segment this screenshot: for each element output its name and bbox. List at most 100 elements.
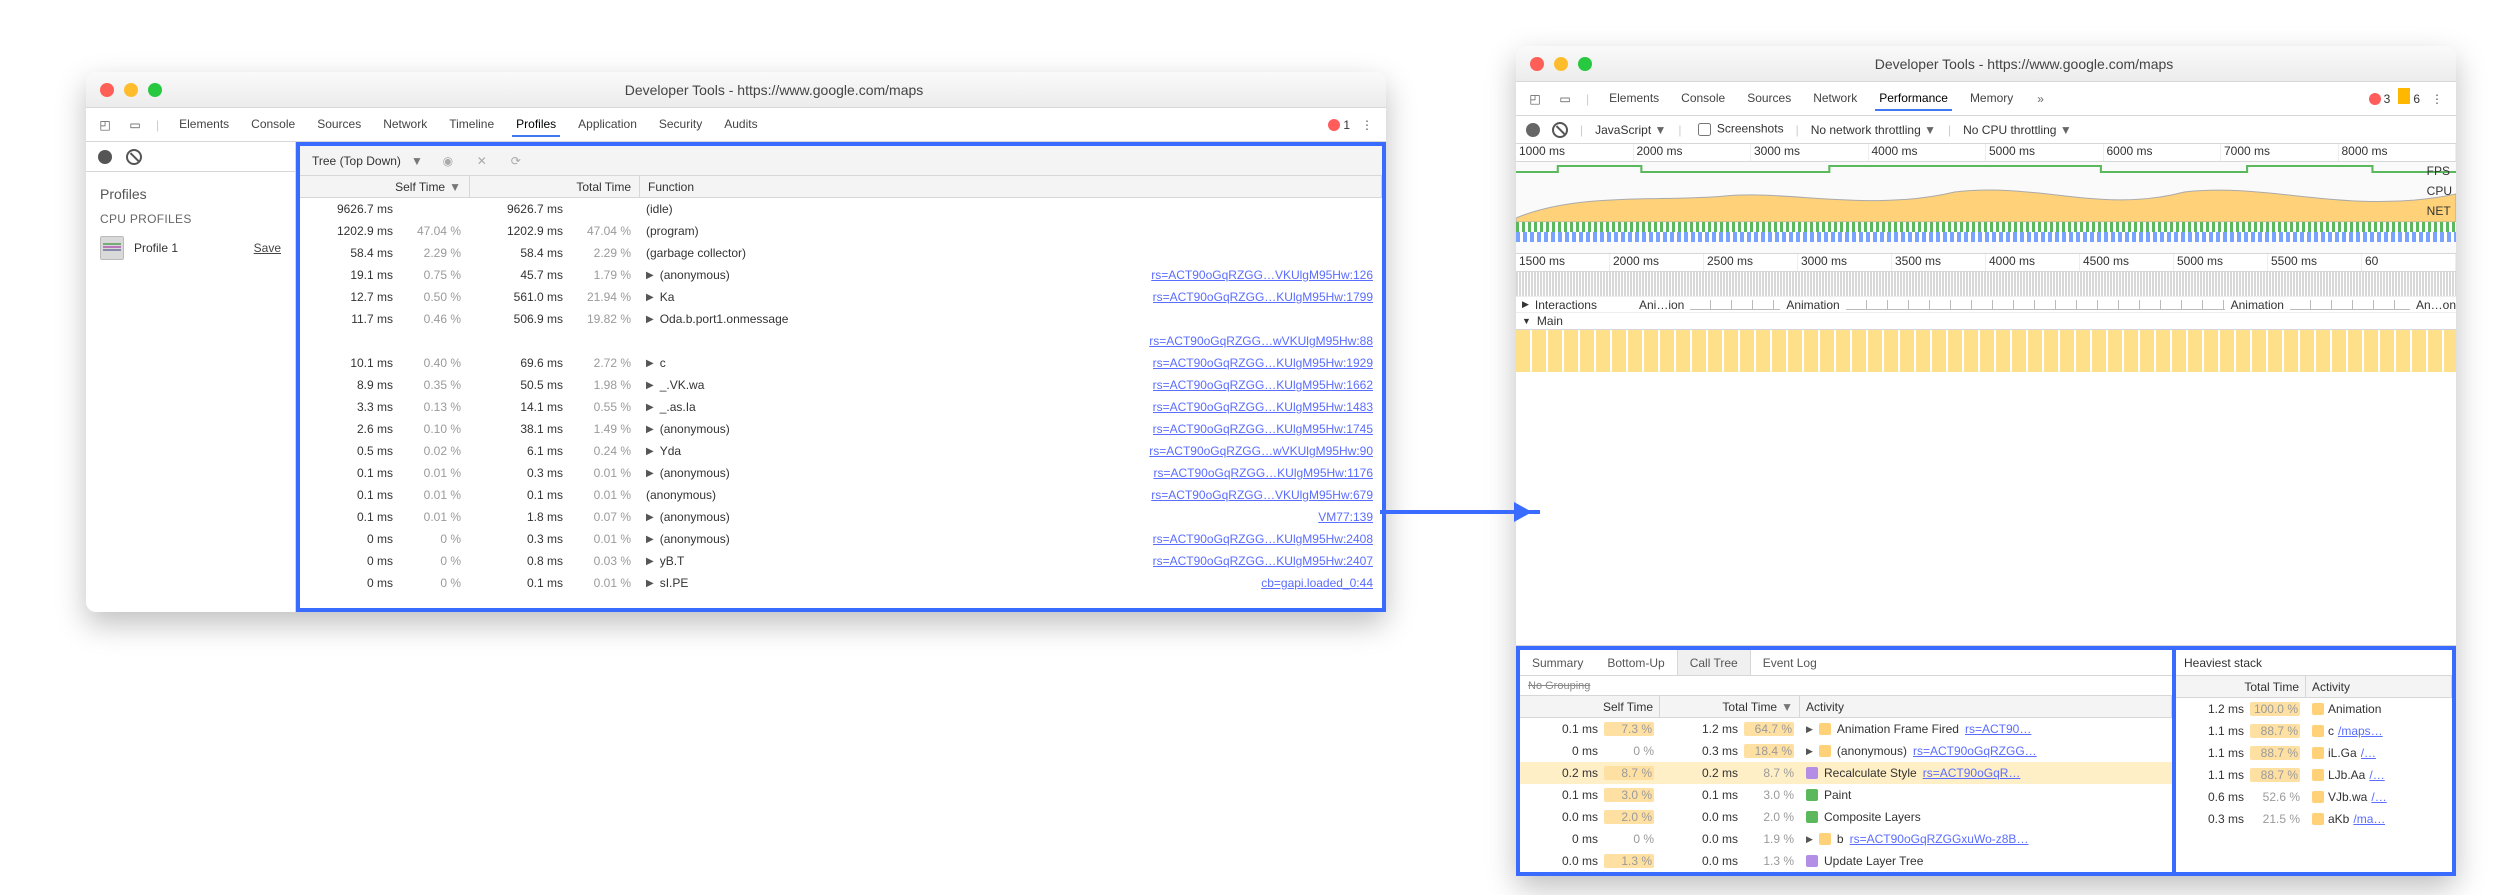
warning-badge[interactable]: 6 <box>2398 92 2420 106</box>
profile-item[interactable]: Profile 1 Save <box>86 230 295 266</box>
traffic-lights[interactable] <box>1530 57 1592 71</box>
cpu-select[interactable]: No CPU throttling ▼ <box>1963 123 2072 137</box>
tab-audits[interactable]: Audits <box>720 113 761 137</box>
tab-sources[interactable]: Sources <box>313 113 365 137</box>
tab-network[interactable]: Network <box>379 113 431 137</box>
minimize-icon[interactable] <box>124 83 138 97</box>
zoom-icon[interactable] <box>148 83 162 97</box>
table-row[interactable]: 8.9 ms0.35 %50.5 ms1.98 %▶_.VK.wars=ACT9… <box>300 374 1382 396</box>
error-badge[interactable]: 1 <box>1328 118 1350 132</box>
table-row[interactable]: 0.6 ms52.6 %VJb.wa/… <box>2176 786 2452 808</box>
tab-network[interactable]: Network <box>1809 87 1861 111</box>
titlebar[interactable]: Developer Tools - https://www.google.com… <box>1516 46 2456 82</box>
table-row[interactable]: 0.1 ms0.01 %1.8 ms0.07 %▶(anonymous)VM77… <box>300 506 1382 528</box>
save-link[interactable]: Save <box>254 241 281 255</box>
screenshots-checkbox[interactable]: Screenshots <box>1694 120 1784 139</box>
table-row[interactable]: 0 ms0 %0.0 ms1.9 %▶brs=ACT90oGqRZGGxuWo-… <box>1520 828 2172 850</box>
column-headers[interactable]: Total Time Activity <box>2176 676 2452 698</box>
table-row[interactable]: 0 ms0 %0.3 ms0.01 %▶(anonymous)rs=ACT90o… <box>300 528 1382 550</box>
network-select[interactable]: No network throttling ▼ <box>1811 123 1936 137</box>
close-icon[interactable] <box>100 83 114 97</box>
profile-toolbar: Tree (Top Down) ▼ ◉ ✕ ⟳ <box>300 146 1382 176</box>
tab-application[interactable]: Application <box>574 113 641 137</box>
table-row[interactable]: 0.0 ms1.3 %0.0 ms1.3 %Update Layer Tree <box>1520 850 2172 872</box>
tab-profiles[interactable]: Profiles <box>512 113 560 137</box>
tab-call-tree[interactable]: Call Tree <box>1677 650 1751 675</box>
timeline[interactable]: 1500 ms2000 ms2500 ms3000 ms3500 ms4000 … <box>1516 254 2456 330</box>
more-icon[interactable]: ⋮ <box>2428 90 2446 108</box>
grouping-select[interactable]: No Grouping <box>1520 676 2172 696</box>
tab-elements[interactable]: Elements <box>175 113 233 137</box>
table-row[interactable]: 0.3 ms21.5 %aKb/ma… <box>2176 808 2452 830</box>
panel-tabs[interactable]: Elements Console Sources Network Performance… <box>1601 87 2017 111</box>
table-row[interactable]: 1.1 ms88.7 %c/maps… <box>2176 720 2452 742</box>
minimize-icon[interactable] <box>1554 57 1568 71</box>
table-row[interactable]: 0.1 ms3.0 %0.1 ms3.0 %Paint <box>1520 784 2172 806</box>
table-row[interactable]: 1202.9 ms47.04 %1202.9 ms47.04 %(program… <box>300 220 1382 242</box>
table-row[interactable]: 0.1 ms0.01 %0.3 ms0.01 %▶(anonymous)rs=A… <box>300 462 1382 484</box>
overview[interactable]: 1000 ms2000 ms3000 ms4000 ms5000 ms6000 … <box>1516 144 2456 254</box>
table-row[interactable]: 10.1 ms0.40 %69.6 ms2.72 %▶crs=ACT90oGqR… <box>300 352 1382 374</box>
tab-security[interactable]: Security <box>655 113 706 137</box>
profile-rows[interactable]: 9626.7 ms9626.7 ms(idle)1202.9 ms47.04 %… <box>300 198 1382 608</box>
table-row[interactable]: 0.2 ms8.7 %0.2 ms8.7 %Recalculate Styler… <box>1520 762 2172 784</box>
table-row[interactable]: 0 ms0 %0.1 ms0.01 %▶sI.PEcb=gapi.loaded_… <box>300 572 1382 594</box>
close-icon[interactable]: ✕ <box>473 152 491 170</box>
table-row[interactable]: 0.1 ms7.3 %1.2 ms64.7 %▶Animation Frame … <box>1520 718 2172 740</box>
table-row[interactable]: 0.0 ms2.0 %0.0 ms2.0 %Composite Layers <box>1520 806 2172 828</box>
tab-console[interactable]: Console <box>1677 87 1729 111</box>
close-icon[interactable] <box>1530 57 1544 71</box>
tab-bottom-up[interactable]: Bottom-Up <box>1595 650 1676 675</box>
table-row[interactable]: 2.6 ms0.10 %38.1 ms1.49 %▶(anonymous)rs=… <box>300 418 1382 440</box>
zoom-icon[interactable] <box>1578 57 1592 71</box>
titlebar[interactable]: Developer Tools - https://www.google.com… <box>86 72 1386 108</box>
tab-performance[interactable]: Performance <box>1875 87 1952 111</box>
column-headers[interactable]: Self Time▼ Total Time Function <box>300 176 1382 198</box>
table-row[interactable]: 19.1 ms0.75 %45.7 ms1.79 %▶(anonymous)rs… <box>300 264 1382 286</box>
js-select[interactable]: JavaScript ▼ <box>1595 123 1666 137</box>
inspect-icon[interactable]: ◰ <box>96 116 114 134</box>
table-row[interactable]: 1.2 ms100.0 %Animation <box>2176 698 2452 720</box>
focus-icon[interactable]: ◉ <box>439 152 457 170</box>
tab-summary[interactable]: Summary <box>1520 650 1595 675</box>
table-row[interactable]: 0 ms0 %0.8 ms0.03 %▶yB.Trs=ACT90oGqRZGG…… <box>300 550 1382 572</box>
call-tree-rows[interactable]: 0.1 ms7.3 %1.2 ms64.7 %▶Animation Frame … <box>1520 718 2172 872</box>
more-panels[interactable]: » <box>2029 92 2044 106</box>
detail-tabs[interactable]: SummaryBottom-UpCall TreeEvent Log <box>1520 650 2172 676</box>
tab-event-log[interactable]: Event Log <box>1751 650 1829 675</box>
table-row[interactable]: 0.5 ms0.02 %6.1 ms0.24 %▶Ydars=ACT90oGqR… <box>300 440 1382 462</box>
track-interactions[interactable]: ▶Interactions Ani…ion Animation Animatio… <box>1516 296 2456 312</box>
record-icon[interactable] <box>1526 123 1540 137</box>
column-headers[interactable]: Self Time Total Time ▼ Activity <box>1520 696 2172 718</box>
table-row[interactable]: 12.7 ms0.50 %561.0 ms21.94 %▶Kars=ACT90o… <box>300 286 1382 308</box>
record-icon[interactable] <box>98 150 112 164</box>
table-row[interactable]: 11.7 ms0.46 %506.9 ms19.82 %▶Oda.b.port1… <box>300 308 1382 330</box>
tab-timeline[interactable]: Timeline <box>445 113 498 137</box>
table-row[interactable]: 1.1 ms88.7 %LJb.Aa/… <box>2176 764 2452 786</box>
error-badge[interactable]: 3 <box>2369 92 2391 106</box>
table-row[interactable]: 1.1 ms88.7 %iL.Ga/… <box>2176 742 2452 764</box>
heaviest-stack-rows[interactable]: 1.2 ms100.0 %Animation1.1 ms88.7 %c/maps… <box>2176 698 2452 830</box>
view-mode-select[interactable]: Tree (Top Down) ▼ <box>312 154 423 168</box>
tab-elements[interactable]: Elements <box>1605 87 1663 111</box>
table-row[interactable]: 0.1 ms0.01 %0.1 ms0.01 %(anonymous)rs=AC… <box>300 484 1382 506</box>
inspect-icon[interactable]: ◰ <box>1526 90 1544 108</box>
reload-icon[interactable]: ⟳ <box>507 152 525 170</box>
tab-memory[interactable]: Memory <box>1966 87 2017 111</box>
table-row[interactable]: rs=ACT90oGqRZGG…wVKUlgM95Hw:88 <box>300 330 1382 352</box>
table-row[interactable]: 58.4 ms2.29 %58.4 ms2.29 %(garbage colle… <box>300 242 1382 264</box>
panel-tabs[interactable]: Elements Console Sources Network Timeline Pro… <box>171 113 761 137</box>
traffic-lights[interactable] <box>100 83 162 97</box>
clear-icon[interactable] <box>126 149 142 165</box>
clear-icon[interactable] <box>1552 122 1568 138</box>
more-icon[interactable]: ⋮ <box>1358 116 1376 134</box>
flame-chart[interactable] <box>1516 330 2456 646</box>
tab-sources[interactable]: Sources <box>1743 87 1795 111</box>
device-icon[interactable]: ▭ <box>1556 90 1574 108</box>
table-row[interactable]: 9626.7 ms9626.7 ms(idle) <box>300 198 1382 220</box>
tab-console[interactable]: Console <box>247 113 299 137</box>
table-row[interactable]: 3.3 ms0.13 %14.1 ms0.55 %▶_.as.Iars=ACT9… <box>300 396 1382 418</box>
track-main[interactable]: ▼Main <box>1516 312 2456 328</box>
table-row[interactable]: 0 ms0 %0.3 ms18.4 %▶(anonymous)rs=ACT90o… <box>1520 740 2172 762</box>
device-icon[interactable]: ▭ <box>126 116 144 134</box>
